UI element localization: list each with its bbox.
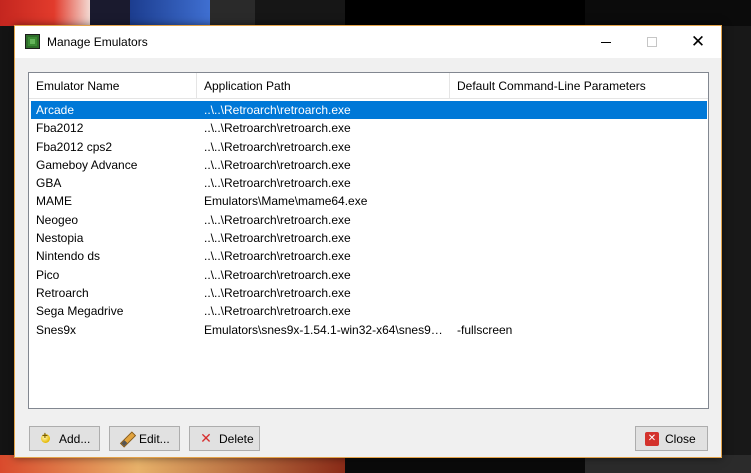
emulator-name-cell: Fba2012 — [36, 121, 84, 136]
window-close-button[interactable]: ✕ — [675, 26, 721, 58]
emulator-name-cell: MAME — [36, 194, 72, 209]
delete-button-label: Delete — [219, 431, 254, 446]
maximize-icon — [647, 37, 657, 47]
add-icon — [39, 431, 53, 446]
list-item[interactable]: Sega Megadrive ..\..\Retroarch\retroarch.… — [31, 302, 707, 320]
list-item[interactable]: Retroarch ..\..\Retroarch\retroarch.exe — [31, 284, 707, 302]
window-title: Manage Emulators — [47, 35, 148, 49]
list-rows: Arcade ..\..\Retroarch\retroarch.exe Fba20… — [31, 101, 707, 339]
background-tile — [130, 0, 210, 26]
application-path-cell: ..\..\Retroarch\retroarch.exe — [204, 121, 351, 136]
pencil-icon — [119, 432, 133, 446]
app-icon — [25, 34, 40, 49]
application-path-cell: ..\..\Retroarch\retroarch.exe — [204, 212, 351, 227]
application-path-cell: ..\..\Retroarch\retroarch.exe — [204, 285, 351, 300]
application-path-cell: ..\..\Retroarch\retroarch.exe — [204, 157, 351, 172]
emulator-name-cell: Nestopia — [36, 231, 84, 246]
close-button-label: Close — [665, 431, 696, 446]
application-path-cell: Emulators\Mame\mame64.exe — [204, 194, 368, 209]
delete-button[interactable]: ✕ Delete — [189, 426, 260, 451]
application-path-cell: ..\..\Retroarch\retroarch.exe — [204, 139, 351, 154]
emulator-name-cell: Arcade — [36, 103, 75, 117]
list-item[interactable]: Neogeo ..\..\Retroarch\retroarch.exe — [31, 211, 707, 229]
background-tile — [210, 0, 255, 26]
application-path-cell: ..\..\Retroarch\retroarch.exe — [204, 249, 351, 264]
list-item[interactable]: Fba2012 ..\..\Retroarch\retroarch.exe — [31, 119, 707, 137]
emulator-list[interactable]: Emulator Name Application Path Default C… — [28, 72, 709, 409]
title-bar[interactable]: Manage Emulators ✕ — [15, 26, 721, 58]
close-dialog-icon: ✕ — [645, 431, 659, 446]
column-header-parameters[interactable]: Default Command-Line Parameters — [450, 73, 708, 99]
add-button-label: Add... — [59, 431, 91, 446]
background-tile — [0, 26, 14, 455]
background-tile — [0, 0, 90, 26]
list-item[interactable]: Snes9x Emulators\snes9x-1.54.1-win32-x64\… — [31, 321, 707, 339]
emulator-name-cell: Retroarch — [36, 285, 89, 300]
maximize-button — [629, 26, 675, 58]
application-path-cell: ..\..\Retroarch\retroarch.exe — [204, 231, 351, 246]
application-path-cell: ..\..\Retroarch\retroarch.exe — [204, 176, 351, 191]
list-item[interactable]: Nintendo ds ..\..\Retroarch\retroarch.exe — [31, 247, 707, 265]
list-item[interactable]: Nestopia ..\..\Retroarch\retroarch.exe — [31, 229, 707, 247]
emulator-name-cell: GBA — [36, 176, 62, 191]
list-header: Emulator Name Application Path Default C… — [29, 73, 708, 99]
manage-emulators-dialog: Manage Emulators ✕ Emulator Name Applica… — [14, 25, 722, 458]
emulator-name-cell: Snes9x — [36, 322, 77, 337]
application-path-cell: ..\..\Retroarch\retroarch.exe — [204, 267, 351, 282]
emulator-name-cell: Gameboy Advance — [36, 157, 138, 172]
edit-button[interactable]: Edit... — [109, 426, 180, 451]
background-tile — [90, 0, 130, 26]
background-tile — [722, 26, 751, 455]
parameters-cell: -fullscreen — [457, 322, 513, 337]
list-item[interactable]: Pico ..\..\Retroarch\retroarch.exe — [31, 266, 707, 284]
column-header-application-path[interactable]: Application Path — [197, 73, 450, 99]
emulator-name-cell: Pico — [36, 267, 60, 282]
application-path-cell: ..\..\Retroarch\retroarch.exe — [204, 103, 351, 117]
edit-button-label: Edit... — [139, 431, 170, 446]
background-tile — [345, 0, 585, 26]
emulator-name-cell: Sega Megadrive — [36, 304, 124, 319]
list-item[interactable]: MAME Emulators\Mame\mame64.exe — [31, 192, 707, 210]
background-tile — [255, 0, 345, 26]
close-icon: ✕ — [690, 31, 706, 52]
list-item[interactable]: Fba2012 cps2 ..\..\Retroarch\retroarch.ex… — [31, 138, 707, 156]
emulator-name-cell: Fba2012 cps2 — [36, 139, 113, 154]
delete-icon: ✕ — [200, 430, 212, 447]
list-item[interactable]: Arcade ..\..\Retroarch\retroarch.exe — [31, 101, 707, 120]
application-path-cell: ..\..\Retroarch\retroarch.exe — [204, 304, 351, 319]
close-button[interactable]: ✕ Close — [635, 426, 708, 451]
emulator-name-cell: Nintendo ds — [36, 249, 101, 264]
background-tile — [585, 0, 751, 26]
column-header-emulator-name[interactable]: Emulator Name — [29, 73, 197, 99]
list-item[interactable]: GBA ..\..\Retroarch\retroarch.exe — [31, 174, 707, 192]
list-item[interactable]: Gameboy Advance ..\..\Retroarch\retroarch… — [31, 156, 707, 174]
minimize-icon — [601, 41, 611, 43]
emulator-name-cell: Neogeo — [36, 212, 79, 227]
minimize-button[interactable] — [583, 26, 629, 58]
add-button[interactable]: Add... — [29, 426, 100, 451]
application-path-cell: Emulators\snes9x-1.54.1-win32-x64\snes9x… — [204, 322, 448, 337]
